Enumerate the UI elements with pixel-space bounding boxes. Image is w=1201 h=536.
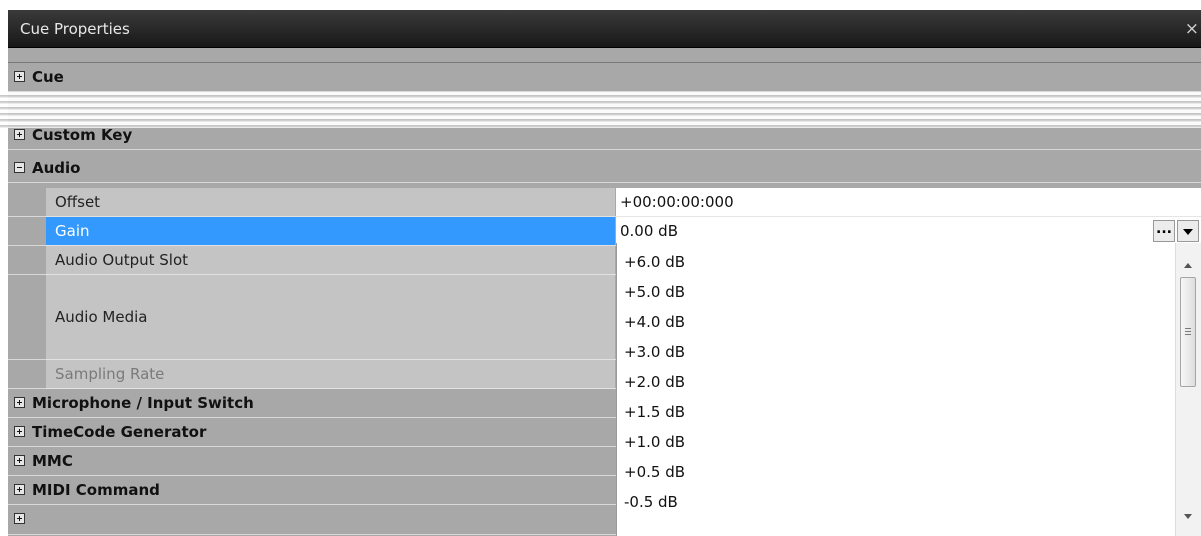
property-name: Gain bbox=[46, 217, 615, 246]
category-audio[interactable]: Audio bbox=[8, 154, 1201, 183]
category-cue[interactable]: Cue bbox=[8, 63, 1201, 92]
category-label: Cue bbox=[32, 68, 64, 86]
gain-value: 0.00 dB bbox=[620, 222, 678, 240]
category-label: TimeCode Generator bbox=[32, 423, 207, 441]
close-icon[interactable]: × bbox=[1185, 19, 1199, 39]
gain-ellipsis-button[interactable]: ... bbox=[1153, 220, 1175, 242]
offset-value-field[interactable]: +00:00:00:000 bbox=[616, 188, 1201, 217]
gain-option[interactable]: +1.0 dB bbox=[624, 433, 685, 451]
gain-dropdown-list[interactable]: +6.0 dB +5.0 dB +4.0 dB +3.0 dB +2.0 dB … bbox=[616, 243, 1201, 536]
gain-option[interactable]: +2.0 dB bbox=[624, 373, 685, 391]
expand-plus-icon[interactable] bbox=[14, 455, 25, 466]
window-title: Cue Properties bbox=[20, 20, 130, 38]
category-label: Custom Key bbox=[32, 126, 133, 144]
grip-icon bbox=[1185, 328, 1191, 337]
gain-option[interactable]: +6.0 dB bbox=[624, 253, 685, 271]
property-name: Audio Media bbox=[46, 275, 615, 360]
expand-plus-icon[interactable] bbox=[14, 484, 25, 495]
gain-option[interactable]: +4.0 dB bbox=[624, 313, 685, 331]
category-label: Audio bbox=[32, 159, 81, 177]
gain-option[interactable]: +3.0 dB bbox=[624, 343, 685, 361]
expand-plus-icon[interactable] bbox=[14, 129, 25, 140]
scroll-up-arrow-icon[interactable] bbox=[1184, 263, 1192, 268]
render-glitch-band bbox=[0, 92, 1201, 128]
title-bar: Cue Properties × bbox=[8, 10, 1201, 48]
gain-value-field[interactable]: 0.00 dB ... bbox=[616, 217, 1201, 246]
expand-plus-icon[interactable] bbox=[14, 397, 25, 408]
dropdown-scrollbar[interactable] bbox=[1175, 243, 1201, 536]
scroll-thumb[interactable] bbox=[1180, 277, 1196, 387]
cue-properties-window: Cue Properties × Cue Custom Key Audio Of… bbox=[8, 10, 1201, 536]
property-name: Offset bbox=[46, 188, 615, 217]
gain-option[interactable]: -0.5 dB bbox=[624, 493, 678, 511]
expand-plus-icon[interactable] bbox=[14, 426, 25, 437]
collapse-minus-icon[interactable] bbox=[14, 162, 25, 173]
category-label: MMC bbox=[32, 452, 73, 470]
property-name: Sampling Rate bbox=[46, 360, 615, 389]
category-label: MIDI Command bbox=[32, 481, 160, 499]
property-row-offset[interactable]: Offset +00:00:00:000 bbox=[8, 188, 1201, 217]
property-row-gain[interactable]: Gain 0.00 dB ... bbox=[8, 217, 1201, 246]
scroll-down-arrow-icon[interactable] bbox=[1184, 514, 1192, 519]
property-name: Audio Output Slot bbox=[46, 246, 615, 275]
expand-plus-icon[interactable] bbox=[14, 71, 25, 82]
gain-option[interactable]: +5.0 dB bbox=[624, 283, 685, 301]
gain-option[interactable]: +1.5 dB bbox=[624, 403, 685, 421]
category-label: Microphone / Input Switch bbox=[32, 394, 254, 412]
gain-dropdown-arrow-icon[interactable] bbox=[1177, 220, 1199, 242]
gain-option[interactable]: +0.5 dB bbox=[624, 463, 685, 481]
expand-plus-icon[interactable] bbox=[14, 513, 25, 524]
